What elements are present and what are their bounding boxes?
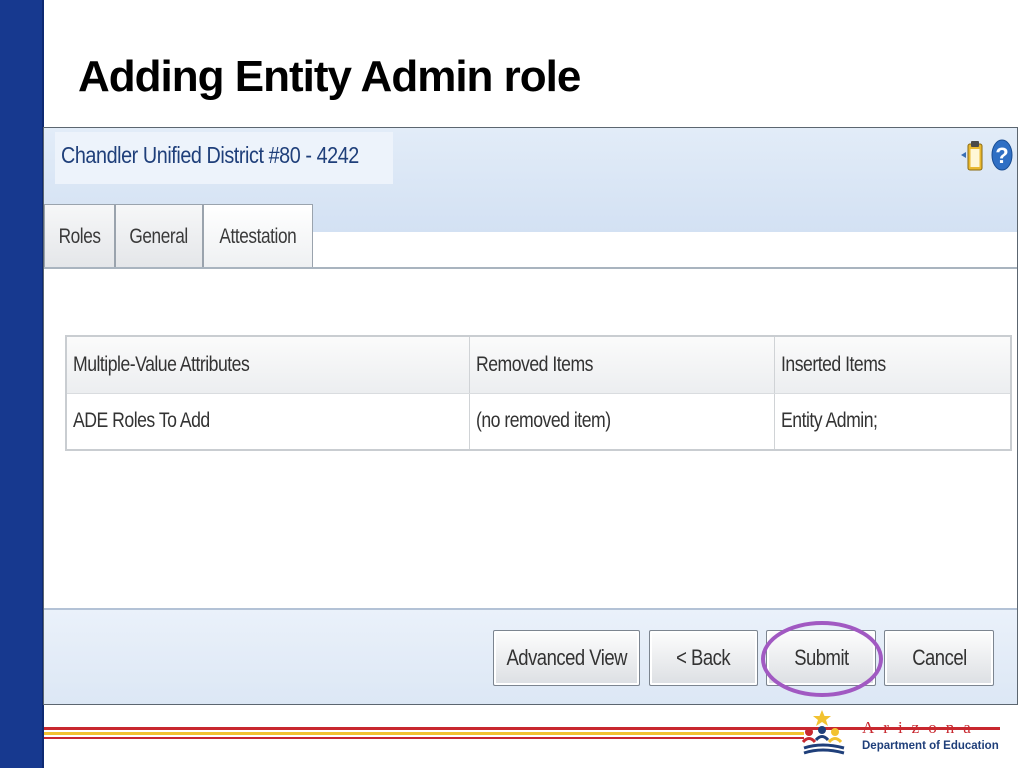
table-cell: ADE Roles To Add xyxy=(66,393,470,450)
column-header: Removed Items xyxy=(469,336,775,394)
table-cell: (no removed item) xyxy=(469,393,775,450)
back-button[interactable]: < Back xyxy=(649,630,758,686)
tab-divider xyxy=(44,267,1017,269)
cancel-label: Cancel xyxy=(911,645,967,670)
ade-logo: Arizona Department of Education xyxy=(800,708,1010,764)
logo-wordmark: Arizona xyxy=(862,718,980,737)
help-icon[interactable]: ? xyxy=(991,138,1013,177)
app-screenshot: Chandler Unified District #80 - 4242 ? R… xyxy=(43,127,1018,705)
org-name: Chandler Unified District #80 - 4242 xyxy=(61,142,359,168)
tab-roles[interactable]: Roles xyxy=(44,204,115,268)
tab-attestation-label: Attestation xyxy=(219,224,297,248)
column-header: Multiple-Value Attributes xyxy=(66,336,470,394)
changes-table: Multiple-Value Attributes Removed Items … xyxy=(65,335,1012,451)
footer-stripe-yellow xyxy=(44,732,804,735)
footer-stripe-red-2 xyxy=(44,737,804,739)
advanced-view-label: Advanced View xyxy=(506,645,627,670)
table-header-row: Multiple-Value Attributes Removed Items … xyxy=(66,336,1012,394)
org-box: Chandler Unified District #80 - 4242 xyxy=(55,132,393,184)
back-label: < Back xyxy=(676,645,732,670)
table-cell: Entity Admin; xyxy=(774,393,1012,450)
tab-bar: Roles General Attestation xyxy=(44,204,313,268)
header-icons: ? xyxy=(959,138,1013,177)
tab-attestation[interactable]: Attestation xyxy=(203,204,313,268)
column-header: Inserted Items xyxy=(774,336,1012,394)
table-row: ADE Roles To Add (no removed item) Entit… xyxy=(66,393,1012,450)
cancel-button[interactable]: Cancel xyxy=(884,630,994,686)
action-footer: Advanced View < Back Submit Cancel xyxy=(44,608,1017,704)
slide-left-bar xyxy=(0,0,44,768)
logo-subtitle: Department of Education xyxy=(862,740,999,752)
ade-logo-icon xyxy=(801,710,845,755)
tab-roles-label: Roles xyxy=(58,224,101,248)
tab-general-label: General xyxy=(129,224,189,248)
slide-title: Adding Entity Admin role xyxy=(78,52,581,101)
advanced-view-button[interactable]: Advanced View xyxy=(493,630,640,686)
clipboard-icon[interactable] xyxy=(959,138,985,177)
tab-general[interactable]: General xyxy=(115,204,203,268)
submit-highlight-circle xyxy=(761,621,883,697)
svg-text:?: ? xyxy=(995,143,1008,168)
